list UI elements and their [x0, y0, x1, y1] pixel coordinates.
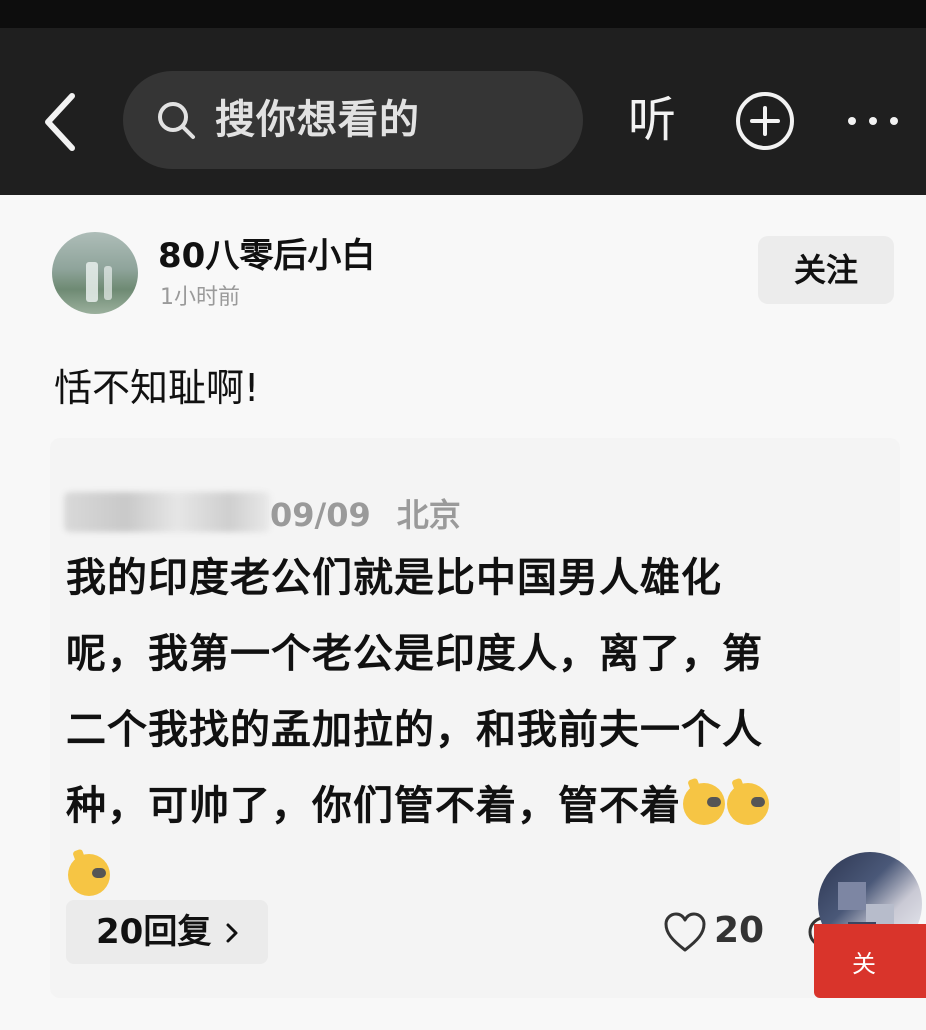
quoted-comment-line: 我的印度老公们就是比中国男人雄化: [66, 555, 722, 601]
follow-button[interactable]: 关注: [758, 236, 894, 304]
quoted-comment-location: 北京: [396, 496, 461, 534]
more-options-icon[interactable]: [842, 106, 904, 136]
quoted-comment-line: 二个我找的孟加拉的，和我前夫一个人: [66, 707, 763, 753]
search-icon: [158, 102, 195, 139]
post-username[interactable]: 80八零后小白: [158, 234, 375, 278]
listen-button[interactable]: 听: [628, 88, 676, 152]
replies-count-label[interactable]: 20回复: [96, 910, 211, 954]
post-text: 恬不知耻啊!: [54, 366, 260, 410]
back-arrow-icon[interactable]: [38, 90, 88, 154]
quoted-comment-line: 呢，我第一个老公是印度人，离了，第: [66, 631, 763, 677]
top-navigation-bar: 搜你想看的 听: [0, 28, 926, 195]
search-bar[interactable]: 搜你想看的: [123, 71, 583, 169]
user-avatar[interactable]: [52, 232, 138, 314]
like-count: 20: [714, 910, 765, 951]
cat-emoji-icon: [683, 783, 725, 825]
quoted-comment-date: 09/09: [270, 496, 371, 534]
floating-follow-label[interactable]: 关: [852, 948, 876, 980]
quoted-comment-line-text: 种，可帅了，你们管不着，管不着: [66, 783, 681, 829]
heart-icon[interactable]: [662, 910, 708, 954]
add-circle-icon[interactable]: [734, 90, 796, 152]
cat-emoji-icon: [727, 783, 769, 825]
quoted-comment-meta: 09/09 北京: [270, 494, 487, 536]
post-timestamp: 1小时前: [160, 285, 240, 310]
chevron-right-icon: [226, 923, 238, 943]
status-bar: [0, 0, 926, 28]
blurred-author-name: [64, 492, 270, 532]
search-placeholder: 搜你想看的: [215, 97, 420, 143]
cat-emoji-icon: [68, 854, 110, 896]
quoted-comment-line-4: 种，可帅了，你们管不着，管不着: [66, 780, 769, 832]
